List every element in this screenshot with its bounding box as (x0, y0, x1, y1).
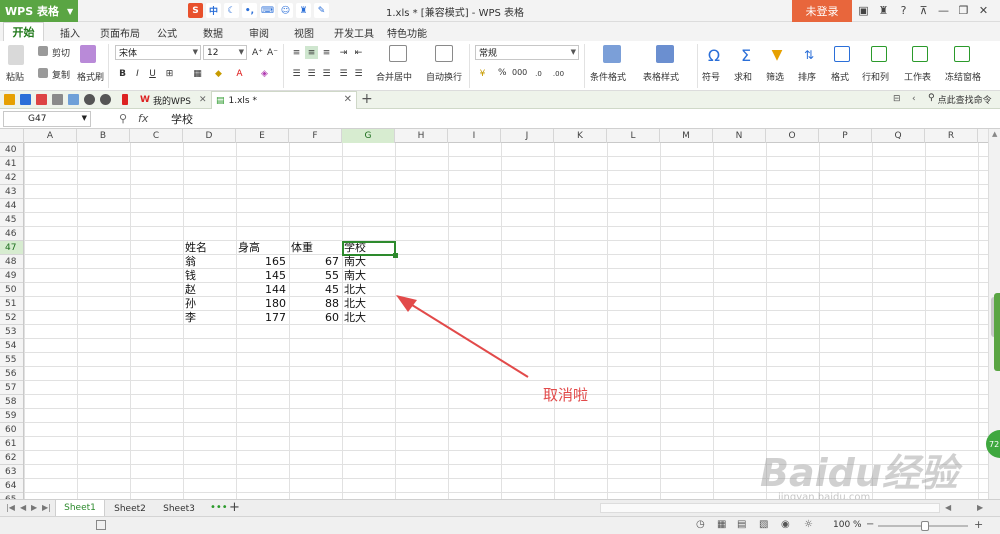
arrow-head (396, 295, 417, 312)
first-sheet-icon[interactable]: |◀ (6, 503, 15, 512)
macro-record-icon[interactable] (96, 520, 106, 530)
eye-protection-icon[interactable]: ☼ (804, 519, 813, 530)
read-mode-icon[interactable]: ◉ (781, 519, 790, 530)
sheet-tab-3[interactable]: Sheet3 (157, 500, 201, 517)
add-sheet-icon[interactable]: + (229, 500, 240, 515)
prev-sheet-icon[interactable]: ◀ (20, 503, 26, 512)
annotation-text: 取消啦 (543, 386, 589, 404)
page-layout-view-icon[interactable]: ▤ (737, 519, 746, 530)
page-break-view-icon[interactable]: ▧ (759, 519, 768, 530)
status-bar: ◷ ▦ ▤ ▧ ◉ ☼ 100 % − + (0, 516, 1000, 534)
horizontal-scrollbar[interactable] (600, 503, 940, 513)
wps-window: WPS 表格 ▼ S 中 ☾ •, ⌨ ☺ ♜ ✎ 1.xls * [兼容模式]… (0, 0, 1000, 534)
sheet-tab-2[interactable]: Sheet2 (108, 500, 152, 517)
scroll-right-icon[interactable]: ▶ (977, 503, 983, 512)
more-sheets-icon[interactable]: ••• (210, 502, 228, 513)
scroll-up-icon[interactable]: ▲ (992, 130, 997, 138)
sheet-tab-1[interactable]: Sheet1 (55, 500, 105, 517)
zoom-in-icon[interactable]: + (974, 518, 983, 531)
baidu-watermark: Baidu经验 (760, 451, 958, 495)
normal-view-icon[interactable]: ▦ (717, 519, 726, 530)
next-sheet-icon[interactable]: ▶ (31, 503, 37, 512)
history-icon[interactable]: ◷ (696, 519, 705, 530)
zoom-out-icon[interactable]: − (866, 519, 874, 530)
zoom-slider-handle[interactable] (921, 521, 929, 531)
arrow-line (403, 299, 529, 378)
side-panel-handle[interactable] (994, 293, 1000, 371)
scroll-left-icon[interactable]: ◀ (945, 503, 951, 512)
zoom-level[interactable]: 100 % (833, 520, 862, 530)
last-sheet-icon[interactable]: ▶| (42, 503, 51, 512)
sheet-tab-bar: |◀ ◀ ▶ ▶| Sheet1 Sheet2 Sheet3 ••• + ◀ ▶ (0, 499, 1000, 517)
